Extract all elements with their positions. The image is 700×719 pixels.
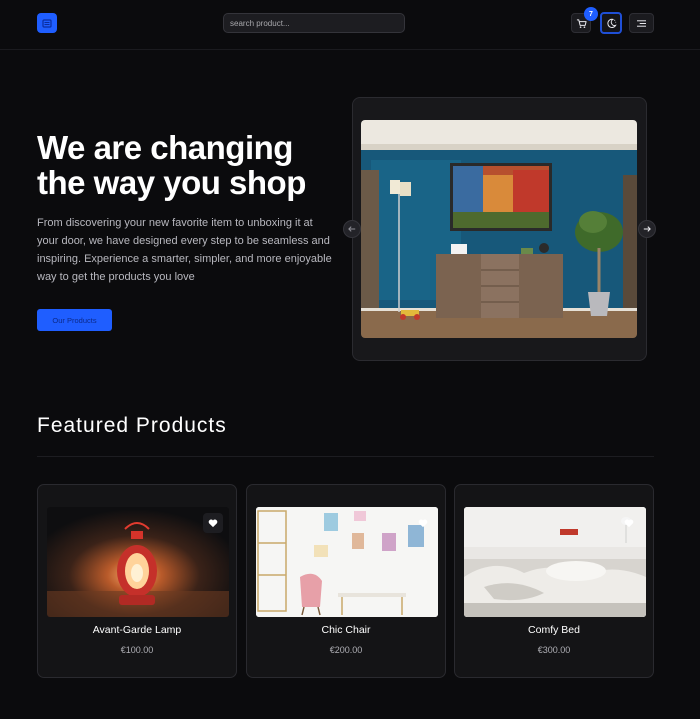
hero-title: We are changing the way you shop [37,130,347,200]
product-name: Chic Chair [321,624,371,636]
hero-title-line-1: We are changing [37,129,293,166]
product-name: Comfy Bed [528,624,580,636]
favorite-button[interactable] [619,513,639,533]
heart-icon [624,519,634,527]
carousel-next-button[interactable] [638,220,656,238]
our-products-button[interactable]: Our Products [37,309,112,331]
theme-toggle-icon [606,18,617,28]
hero-carousel-image [361,120,637,338]
product-name: Avant-Garde Lamp [92,624,182,636]
product-price: €300.00 [537,645,571,655]
featured-products-title: Featured Products [37,414,227,437]
product-card[interactable]: Avant-Garde Lamp €100.00 [37,484,237,678]
product-price: €200.00 [329,645,363,655]
arrow-right-icon [643,226,651,232]
arrow-left-icon [348,226,356,232]
hero-description: From discovering your new favorite item … [37,217,332,283]
menu-icon [637,19,646,27]
theme-toggle-button[interactable] [600,12,622,34]
product-price: €100.00 [120,645,154,655]
search-input[interactable] [223,13,405,33]
section-divider [37,456,654,457]
carousel-prev-button[interactable] [343,220,361,238]
favorite-button[interactable] [203,513,223,533]
cart-count-badge: 7 [584,7,598,21]
cart-icon [576,18,587,28]
favorite-button[interactable] [413,513,433,533]
product-image [256,507,438,617]
heart-icon [418,519,428,527]
top-navbar: 7 [0,0,700,50]
product-card[interactable]: Chic Chair €200.00 [246,484,446,678]
logo-button[interactable] [37,13,57,33]
menu-button[interactable] [629,13,654,33]
store-icon [42,19,52,28]
hero-title-line-2: the way you shop [37,164,306,201]
product-image [47,507,229,617]
heart-icon [208,519,218,527]
product-card[interactable]: Comfy Bed €300.00 [454,484,654,678]
